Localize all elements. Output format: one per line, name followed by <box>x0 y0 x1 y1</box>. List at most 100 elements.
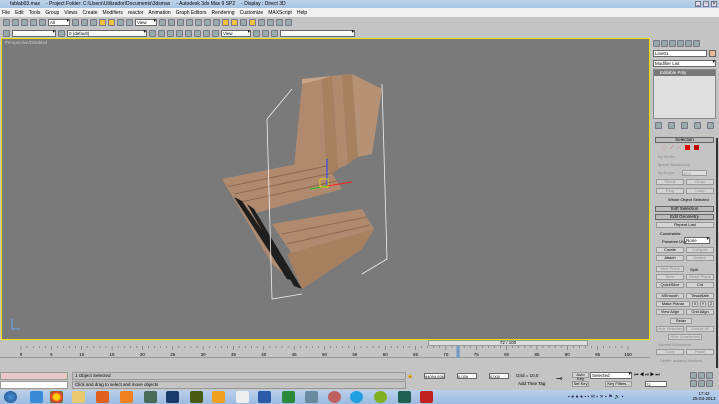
planar-x-button[interactable]: X <box>692 301 698 307</box>
line-style-dropdown[interactable] <box>280 29 355 37</box>
layers-icon[interactable] <box>58 29 65 37</box>
new-layer-icon[interactable] <box>149 29 156 37</box>
layer-manager-icon[interactable] <box>204 18 211 26</box>
manipulate-icon[interactable] <box>168 18 175 26</box>
loop-button[interactable]: Loop <box>686 188 714 194</box>
hierarchy-icon[interactable] <box>271 29 278 37</box>
restore-button[interactable]: ▫ <box>703 1 709 7</box>
key-filters-button[interactable]: Key Filters... <box>605 381 632 387</box>
paste-button[interactable]: Paste <box>686 349 714 355</box>
undo-icon[interactable] <box>3 18 10 26</box>
unhide-all-button[interactable]: Unhide All <box>686 326 714 332</box>
skype-icon[interactable] <box>350 391 363 403</box>
display-tab-icon[interactable] <box>685 40 692 47</box>
border-icon[interactable]: ◌ <box>678 145 681 151</box>
object-name-input[interactable]: Line01 <box>653 50 707 57</box>
grid-align-button[interactable]: Grid Align <box>686 309 714 315</box>
make-planar-button[interactable]: Make Planar <box>656 301 690 307</box>
render-type-icon[interactable] <box>253 29 260 37</box>
scale-icon[interactable] <box>126 18 133 26</box>
shrink-button[interactable]: Shrink <box>656 179 684 185</box>
modify-tab-icon[interactable] <box>661 40 668 47</box>
menu-tools[interactable]: Tools <box>29 10 41 16</box>
menu-modifiers[interactable]: Modifiers <box>103 10 123 16</box>
detach-button[interactable]: Detach <box>686 255 714 261</box>
ignore-backfacing-checkbox[interactable]: Ignore Backfacing <box>658 162 690 167</box>
link-icon[interactable] <box>21 18 28 26</box>
bind-space-warp-icon[interactable] <box>39 18 46 26</box>
set-current-layer-icon[interactable] <box>176 29 183 37</box>
menu-views[interactable]: Views <box>64 10 77 16</box>
track-bar[interactable]: 0 5 10 15 20 25 30 35 40 45 50 55 60 65 70 75 80 85 90 95 10… <box>0 346 650 358</box>
firefox-icon[interactable] <box>96 391 109 403</box>
msmooth-button[interactable]: MSmooth <box>656 293 684 299</box>
system-tray[interactable]: ▪ ● ● ● ▪ ▪ ✉ ▪ ✕ ▪ ⚑ 🔈 ▪ <box>568 394 623 400</box>
acrobat-icon[interactable] <box>236 391 249 403</box>
snap-icon[interactable] <box>213 18 220 26</box>
pin-stack-icon[interactable] <box>655 122 662 129</box>
layer-dropdown[interactable]: 0 (default) <box>67 29 147 37</box>
add-to-layer-icon[interactable] <box>158 29 165 37</box>
move-icon[interactable] <box>108 18 115 26</box>
edge-icon[interactable]: ⟋ <box>670 145 674 151</box>
schematic-icon[interactable] <box>267 18 274 26</box>
menu-animation[interactable]: Animation <box>148 10 170 16</box>
by-angle-checkbox[interactable]: By Angle: <box>658 170 675 175</box>
vertex-icon[interactable]: ⁛ <box>662 145 666 151</box>
key-mode-dropdown[interactable]: Selected <box>590 372 632 379</box>
select-layer-icon[interactable] <box>167 29 174 37</box>
preserve-uvs-checkbox[interactable]: Preserve UVs <box>662 239 687 244</box>
grow-button[interactable]: Grow <box>686 179 714 185</box>
view-icon[interactable] <box>212 29 219 37</box>
select-icon[interactable] <box>72 18 79 26</box>
render-icon[interactable] <box>285 18 292 26</box>
edit-geometry-rollout[interactable]: Edit Geometry <box>655 214 714 220</box>
current-frame-field[interactable]: 72 <box>645 381 667 387</box>
polygon-icon[interactable] <box>684 145 690 150</box>
split-checkbox[interactable]: Split <box>690 267 698 272</box>
constraints-dropdown[interactable]: None <box>684 237 710 244</box>
reference-coord-dropdown[interactable]: View <box>135 18 157 26</box>
planar-z-button[interactable]: Z <box>708 301 714 307</box>
y-coordinate[interactable]: 0,039 <box>457 373 477 379</box>
tessellate-button[interactable]: Tessellate <box>686 293 714 299</box>
create-tab-icon[interactable] <box>653 40 660 47</box>
network-tool-icon[interactable] <box>305 391 318 403</box>
percent-snap-icon[interactable] <box>231 18 238 26</box>
set-key-button[interactable]: Set Key <box>572 381 589 387</box>
create-button[interactable]: Create <box>656 247 684 253</box>
motion-tab-icon[interactable] <box>677 40 684 47</box>
set-key-icon[interactable]: ⊸ <box>556 374 563 383</box>
menu-reactor[interactable]: reactor <box>128 10 144 16</box>
excel-icon[interactable] <box>282 391 295 403</box>
acrobat-reader-icon[interactable] <box>420 391 433 403</box>
spotify-icon[interactable] <box>374 391 387 403</box>
slice-button[interactable]: Slice <box>656 274 684 280</box>
selection-rollout[interactable]: Selection <box>655 137 714 143</box>
outlook-icon[interactable] <box>212 391 225 403</box>
relax-button[interactable]: Relax <box>670 318 692 324</box>
playback-controls[interactable]: ⏮◀⏯▶⏭ <box>634 372 661 378</box>
zoom-extents-icon[interactable] <box>706 372 713 379</box>
by-vertex-checkbox[interactable]: By Vertex <box>658 154 675 159</box>
planar-y-button[interactable]: Y <box>700 301 706 307</box>
spinner-snap-icon[interactable] <box>240 18 247 26</box>
add-time-tag[interactable]: Add Time Tag <box>518 381 545 386</box>
perspective-viewport[interactable]: Perspective/Disabled <box>1 38 650 340</box>
z-coordinate[interactable]: 0,000 <box>489 373 509 379</box>
minimize-button[interactable]: _ <box>695 1 701 7</box>
menu-customize[interactable]: Customize <box>240 10 264 16</box>
hide-unselected-button[interactable]: Hide Unselected <box>668 334 702 340</box>
x-coordinate[interactable]: 94094,926 <box>424 373 445 379</box>
clock[interactable]: 17:42 25-03-2013 <box>690 391 718 401</box>
maxscript-input[interactable] <box>0 381 68 389</box>
slice-plane-button[interactable]: Slice Plane <box>656 266 684 272</box>
rigid-body-icon[interactable] <box>194 29 201 37</box>
soft-selection-rollout[interactable]: Soft Selection <box>655 206 714 212</box>
angle-snap-icon[interactable] <box>222 18 229 26</box>
layer-icon[interactable] <box>3 29 10 37</box>
menu-group[interactable]: Group <box>45 10 59 16</box>
cloth-icon[interactable] <box>203 29 210 37</box>
unlink-icon[interactable] <box>30 18 37 26</box>
menu-edit[interactable]: Edit <box>15 10 24 16</box>
